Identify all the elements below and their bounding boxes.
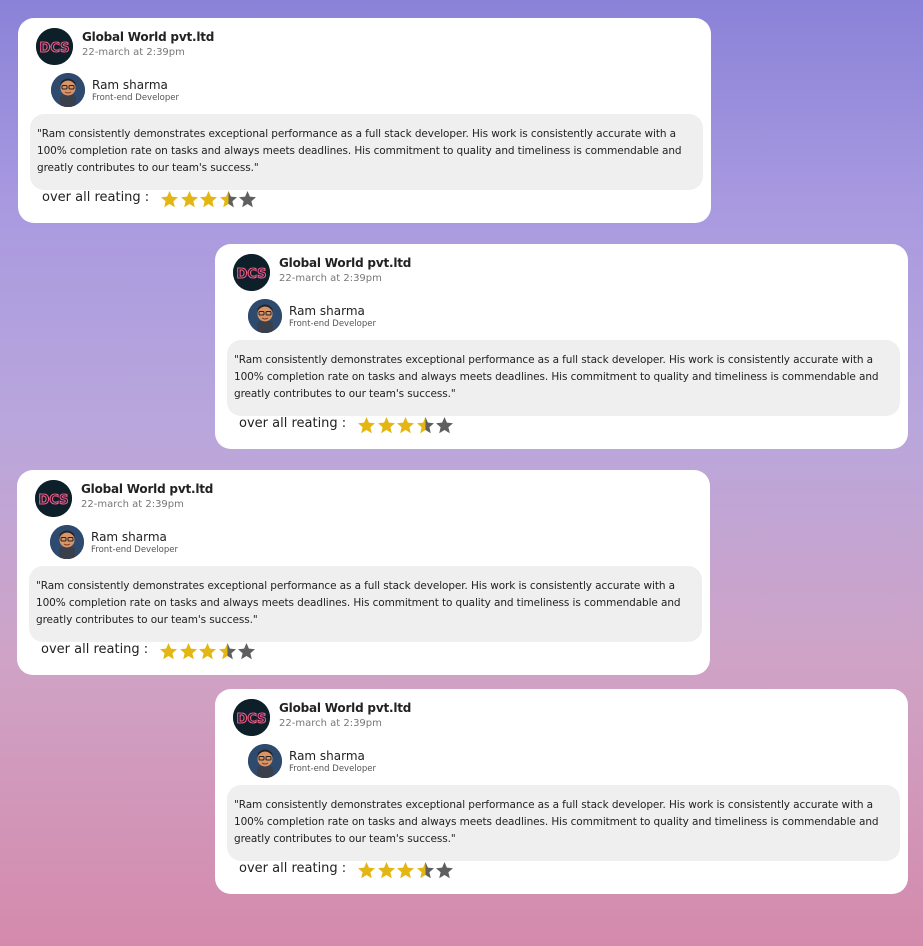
review-text-box: "Ram consistently demonstrates exception… [30,114,703,190]
review-text-box: "Ram consistently demonstrates exception… [29,566,702,642]
company-logo: DCS DCS [233,699,270,736]
star-half-icon [416,416,435,435]
reviewer-name[interactable]: Ram sharma [289,304,365,318]
post-timestamp: 22-march at 2:39pm [81,499,184,510]
reviewer-avatar[interactable] [51,73,85,107]
review-text-box: "Ram consistently demonstrates exception… [227,785,900,861]
company-logo: DCS DCS [35,480,72,517]
reviewer-avatar[interactable] [248,299,282,333]
star-empty-icon [435,416,454,435]
post-timestamp: 22-march at 2:39pm [82,47,185,58]
svg-text:DCS: DCS [237,712,267,727]
star-filled-icon [198,642,217,661]
rating-label: over all reating : [239,416,347,431]
review-card: DCS DCS Global World pvt.ltd 22-march at … [215,689,908,894]
star-filled-icon [377,416,396,435]
review-text: "Ram consistently demonstrates exception… [37,128,682,174]
reviewer-name[interactable]: Ram sharma [92,78,168,92]
reviewer-role: Front-end Developer [289,764,376,774]
star-filled-icon [180,190,199,209]
reviewer-role: Front-end Developer [289,319,376,329]
star-rating [159,642,257,662]
company-logo: DCS DCS [233,254,270,291]
review-card: DCS DCS Global World pvt.ltd 22-march at … [17,470,710,675]
star-half-icon [219,190,238,209]
star-empty-icon [237,642,256,661]
rating-label: over all reating : [239,861,347,876]
reviewer-name[interactable]: Ram sharma [289,749,365,763]
reviewer-role: Front-end Developer [91,545,178,555]
post-timestamp: 22-march at 2:39pm [279,718,382,729]
star-half-icon [416,861,435,880]
star-filled-icon [357,416,376,435]
star-rating [160,190,258,210]
review-card: DCS DCS Global World pvt.ltd 22-march at … [18,18,711,223]
review-text: "Ram consistently demonstrates exception… [234,799,879,845]
star-empty-icon [435,861,454,880]
company-name[interactable]: Global World pvt.ltd [82,30,214,44]
company-logo: DCS DCS [36,28,73,65]
review-text-box: "Ram consistently demonstrates exception… [227,340,900,416]
star-empty-icon [238,190,257,209]
star-filled-icon [396,861,415,880]
star-filled-icon [160,190,179,209]
star-rating [357,861,455,881]
reviewer-avatar[interactable] [248,744,282,778]
star-filled-icon [199,190,218,209]
star-rating [357,416,455,436]
company-name[interactable]: Global World pvt.ltd [279,701,411,715]
svg-text:DCS: DCS [40,41,70,56]
star-filled-icon [396,416,415,435]
star-filled-icon [377,861,396,880]
rating-label: over all reating : [41,642,149,657]
reviewer-avatar[interactable] [50,525,84,559]
review-text: "Ram consistently demonstrates exception… [36,580,681,626]
company-name[interactable]: Global World pvt.ltd [81,482,213,496]
reviewer-name[interactable]: Ram sharma [91,530,167,544]
review-text: "Ram consistently demonstrates exception… [234,354,879,400]
review-card: DCS DCS Global World pvt.ltd 22-march at … [215,244,908,449]
company-name[interactable]: Global World pvt.ltd [279,256,411,270]
svg-text:DCS: DCS [39,493,69,508]
star-filled-icon [357,861,376,880]
star-filled-icon [179,642,198,661]
star-half-icon [218,642,237,661]
reviewer-role: Front-end Developer [92,93,179,103]
rating-label: over all reating : [42,190,150,205]
svg-text:DCS: DCS [237,267,267,282]
post-timestamp: 22-march at 2:39pm [279,273,382,284]
star-filled-icon [159,642,178,661]
